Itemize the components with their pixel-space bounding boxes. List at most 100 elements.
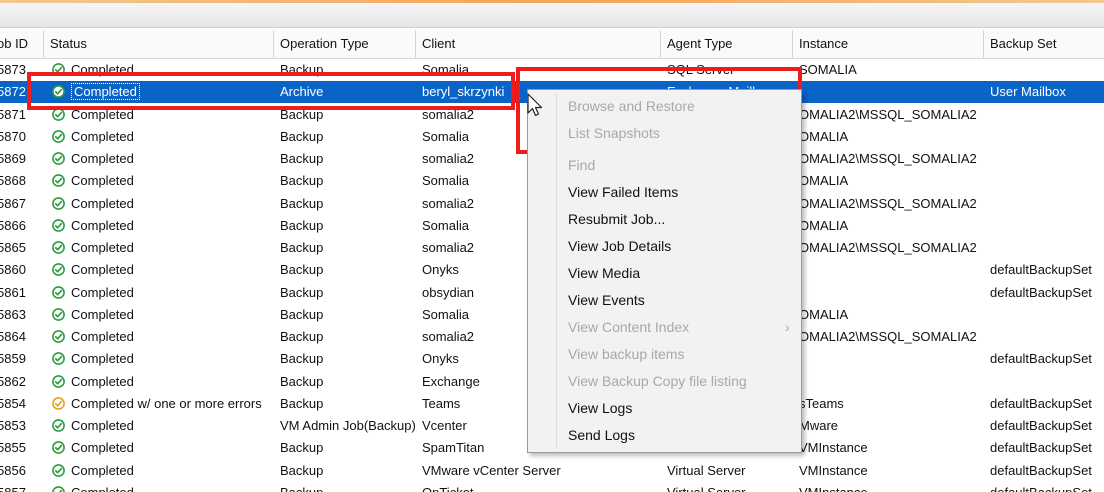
status-label: Completed [71,240,134,255]
status-label: Completed [71,151,134,166]
column-header-client[interactable]: Client [416,30,661,58]
row-status: Completed [44,126,274,148]
row-job-id: 5868 [0,173,26,189]
menu-item-label: Resubmit Job... [568,211,666,227]
row-status: Completed w/ one or more errors [44,393,274,415]
column-header-status[interactable]: Status [44,30,274,58]
column-header-agent-type[interactable]: Agent Type [661,30,793,58]
status-label: Completed [71,262,134,278]
menu-item-label: Send Logs [568,427,635,443]
check-circle-icon [52,463,65,477]
row-instance: OMALIA2\MSSQL_SOMALIA2 [799,240,977,255]
menu-item-view-media[interactable]: View Media [568,261,640,285]
row-backup-set [984,371,1104,393]
menu-item-resubmit-job[interactable]: Resubmit Job... [568,207,665,231]
row-operation-type: Backup [280,462,324,478]
menu-item-label: View Failed Items [568,184,679,200]
row-status: Completed [44,170,274,192]
row-status: Completed [44,148,274,170]
menu-item-view-backup-copy-file-listing: View Backup Copy file listing [568,369,747,393]
row-status: Completed [44,437,274,459]
menu-item-label: View Media [568,265,641,281]
row-backup-set [984,148,1104,170]
check-circle-icon [52,152,65,165]
row-backup-set [984,170,1104,192]
row-operation-type: Backup [280,373,324,389]
status-label: Completed [71,485,134,492]
row-job-id: 5859 [0,351,26,367]
column-header-operation-type[interactable]: Operation Type [274,30,416,58]
table-row[interactable]: 5856 Completed Backup VMware vCenter Server… [0,460,1104,482]
row-instance [793,348,984,370]
row-status: Completed [44,415,274,437]
menu-item-label: View Job Details [568,238,672,254]
row-backup-set: User Mailbox [990,84,1066,100]
column-header-job-id[interactable]: ob ID [0,30,44,58]
row-instance: OMALIA [799,217,849,233]
row-instance [793,81,984,103]
row-job-id: 5856 [0,462,26,478]
row-status: Completed [44,282,274,304]
menu-item-view-logs[interactable]: View Logs [568,396,632,420]
check-circle-icon [52,285,65,299]
row-job-id: 5865 [0,240,26,255]
row-job-id: 5853 [0,418,26,433]
row-backup-set: defaultBackupSet [990,462,1092,478]
context-menu: Browse and Restore List Snapshots Find View… [527,89,802,453]
menu-item-view-failed-items[interactable]: View Failed Items [568,180,678,204]
row-instance: Mware [799,418,839,433]
status-label: Completed [71,418,134,433]
row-instance: OMALIA2\MSSQL_SOMALIA2 [799,151,977,166]
status-label: Completed [71,284,134,300]
check-circle-icon [52,218,65,232]
row-instance: OMALIA [799,128,849,144]
row-backup-set [984,104,1104,126]
row-operation-type: Backup [280,395,324,411]
row-agent-type: Virtual Server [667,462,746,478]
row-backup-set [984,326,1104,348]
status-label: Completed [71,373,134,389]
row-job-id: 5855 [0,440,26,456]
row-instance [793,371,984,393]
row-client: OpTicket [416,482,661,492]
row-operation-type: Backup [280,151,324,166]
row-operation-type: Backup [280,195,324,211]
row-operation-type: Backup [280,306,324,322]
table-row[interactable]: 5857 Completed BackupOpTicketVirtual Serve… [0,482,1104,492]
menu-item-send-logs[interactable]: Send Logs [568,423,635,447]
row-operation-type: Backup [280,262,324,278]
row-instance: VMInstance [799,440,868,456]
column-header-instance[interactable]: Instance [793,30,984,58]
row-instance: OMALIA2\MSSQL_SOMALIA2 [799,106,977,122]
menu-item-view-events[interactable]: View Events [568,288,645,312]
column-header-backup-set[interactable]: Backup Set [984,30,1104,58]
menu-item-label: List Snapshots [568,125,660,141]
menu-item-view-content-index: View Content Index › [568,315,790,339]
menu-item-view-job-details[interactable]: View Job Details [568,234,671,258]
row-instance: VMInstance [799,462,868,478]
menu-item-browse-and-restore: Browse and Restore [568,94,695,118]
row-job-id: 5857 [0,482,44,492]
row-instance: OMALIA [799,306,849,322]
row-backup-set: defaultBackupSet [990,440,1092,456]
row-instance: OMALIA [799,173,849,189]
row-operation-type: Backup [280,173,324,189]
status-label: Completed [71,195,134,211]
row-operation-type: Backup [280,217,324,233]
check-circle-icon [52,241,65,254]
row-operation-type: Backup [280,128,324,144]
menu-item-label: Find [568,157,596,173]
row-job-id: 5869 [0,151,26,166]
row-status: Completed [44,215,274,237]
chevron-right-icon: › [785,319,790,335]
menu-item-view-backup-items: View backup items [568,342,684,366]
row-job-id: 5870 [0,128,26,144]
row-operation-type: Backup [274,482,416,492]
mouse-pointer-icon [527,93,543,117]
status-label: Completed [71,306,134,322]
menu-item-list-snapshots: List Snapshots [568,121,660,145]
row-instance: OMALIA2\MSSQL_SOMALIA2 [799,329,977,344]
status-label: Completed [71,173,134,189]
row-instance: OMALIA2\MSSQL_SOMALIA2 [799,195,977,211]
row-job-id: 5862 [0,373,26,389]
